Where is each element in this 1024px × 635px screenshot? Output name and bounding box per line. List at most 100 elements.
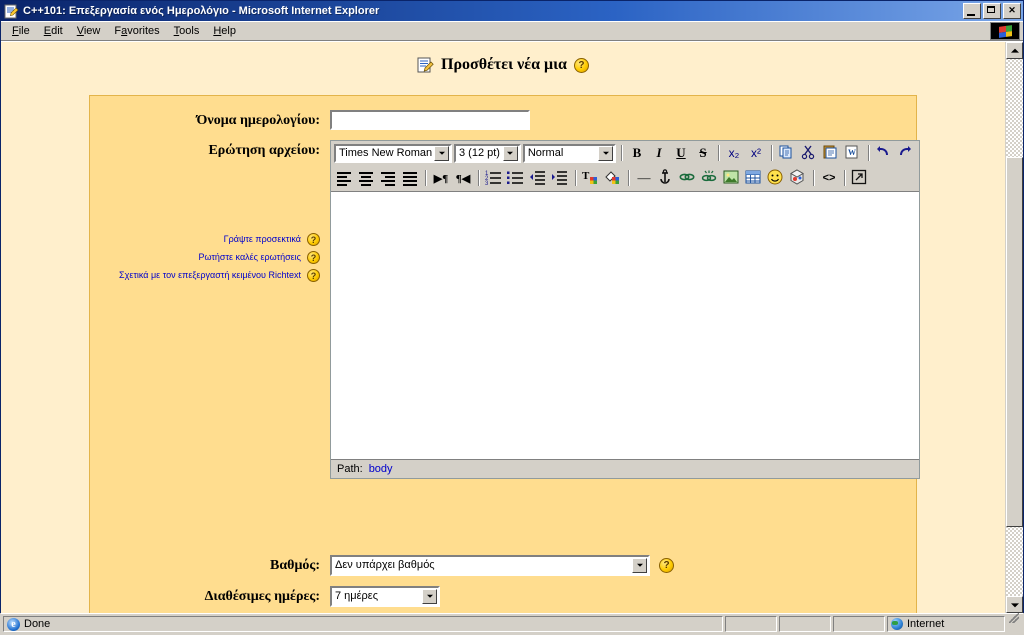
chevron-down-icon[interactable] [422,588,437,604]
direction-rtl-button[interactable]: ¶◀ [453,168,473,188]
help-link-good-questions[interactable]: Ρωτήστε καλές ερωτήσεις ? [90,250,320,264]
unlink-button[interactable] [700,168,720,188]
scroll-up-button[interactable] [1006,42,1023,59]
help-link-label[interactable]: Γράψτε προσεκτικά [224,234,301,244]
indent-button[interactable] [550,168,570,188]
outdent-button[interactable] [528,168,548,188]
status-panel-2 [779,616,831,632]
journal-form-panel: Όνομα ημερολογίου: Ερώτηση αρχείου: Time… [89,94,920,613]
insert-link-button[interactable] [678,168,698,188]
italic-button[interactable]: I [649,143,669,163]
window-controls: ✕ [963,3,1021,19]
menu-item-favorites[interactable]: Favorites [107,23,166,39]
help-icon-heading[interactable]: ? [573,57,589,73]
subscript-button[interactable]: x₂ [724,143,744,163]
chevron-down-icon[interactable] [434,145,449,161]
help-icon-good-questions[interactable]: ? [307,250,320,264]
insert-media-button[interactable] [788,168,808,188]
undo-button[interactable] [874,143,894,163]
paragraph-style-value: Normal [527,147,564,159]
font-size-value: 3 (12 pt) [459,147,500,159]
minimize-button[interactable] [963,3,981,19]
anchor-button[interactable] [656,168,676,188]
insert-table-button[interactable] [744,168,764,188]
scroll-down-button[interactable] [1006,596,1023,613]
path-value[interactable]: body [369,463,393,475]
question-label: Ερώτηση αρχείου: [208,142,320,158]
available-days-row: Διαθέσιμες ημέρες: 7 ημέρες [90,585,916,607]
journal-name-row: Όνομα ημερολογίου: [90,109,916,130]
ordered-list-button[interactable]: 1 2 3 [484,168,504,188]
richtext-content-area[interactable] [331,190,919,460]
grade-row: Βαθμός: Δεν υπάρχει βαθμός ? [90,554,916,576]
superscript-button[interactable]: x² [746,143,766,163]
underline-button[interactable]: U [671,143,691,163]
menu-item-view[interactable]: View [70,23,108,39]
align-left-button[interactable] [334,168,354,188]
menu-item-file[interactable]: File [5,23,37,39]
help-icon-grade[interactable]: ? [659,557,674,573]
scrollbar-thumb[interactable] [1006,157,1023,527]
toolbar-separator [868,145,869,161]
toolbar-separator [628,170,629,186]
richtext-editor: Times New Roman 3 (12 pt) Normal B I U S… [330,139,920,479]
status-message: Done [24,618,51,630]
font-family-select[interactable]: Times New Roman [334,143,452,163]
horizontal-rule-button[interactable]: — [634,168,654,188]
html-source-button[interactable]: <> [819,168,839,188]
help-link-richtext-editor[interactable]: Σχετικά με τον επεξεργαστή κειμένου Rich… [90,268,320,282]
text-color-button[interactable]: T [581,168,601,188]
strikethrough-button[interactable]: S [693,143,713,163]
menu-item-help[interactable]: Help [206,23,243,39]
svg-text:W: W [848,148,856,157]
help-link-write-carefully[interactable]: Γράψτε προσεκτικά ? [90,232,320,246]
menu-item-tools[interactable]: Tools [167,23,207,39]
help-link-label[interactable]: Ρωτήστε καλές ερωτήσεις [198,252,301,262]
window-title: C++101: Επεξεργασία ενός Ημερολόγιο - Mi… [23,5,380,17]
fullscreen-button[interactable] [850,168,870,188]
status-panel-1 [725,616,777,632]
security-zone-panel[interactable]: Internet [887,616,1005,632]
path-label: Path: [337,462,363,475]
help-link-label[interactable]: Σχετικά με τον επεξεργαστή κειμένου Rich… [119,270,301,280]
page-document-icon [4,4,19,19]
unordered-list-button[interactable] [506,168,526,188]
bold-button[interactable]: B [627,143,647,163]
chevron-down-icon[interactable] [502,145,518,161]
journal-name-input[interactable] [330,109,530,130]
grade-select[interactable]: Δεν υπάρχει βαθμός [330,554,650,576]
copy-button[interactable] [777,143,797,163]
maximize-button[interactable] [983,3,1001,19]
chevron-down-icon[interactable] [598,145,613,161]
security-zone-label: Internet [907,618,945,630]
close-button[interactable]: ✕ [1003,3,1021,19]
help-links-column: Γράψτε προσεκτικά ? Ρωτήστε καλές ερωτήσ… [90,227,330,287]
font-family-value: Times New Roman [339,147,432,159]
redo-button[interactable] [896,143,916,163]
status-bar: Done Internet [1,613,1023,635]
background-color-button[interactable] [603,168,623,188]
editor-toolbar-row-1: Times New Roman 3 (12 pt) Normal B I U S… [331,141,919,166]
paste-button[interactable] [821,143,841,163]
vertical-scrollbar[interactable] [1005,42,1023,613]
editor-path-bar: Path: body [331,459,919,478]
paragraph-style-select[interactable]: Normal [522,143,616,163]
align-right-button[interactable] [378,168,398,188]
font-size-select[interactable]: 3 (12 pt) [454,143,521,163]
direction-ltr-button[interactable]: ▶¶ [431,168,451,188]
insert-emoticon-button[interactable] [766,168,786,188]
toolbar-separator [718,145,719,161]
svg-text:T: T [582,170,590,182]
menu-item-edit[interactable]: Edit [37,23,70,39]
insert-image-button[interactable] [722,168,742,188]
align-center-button[interactable] [356,168,376,188]
chevron-down-icon[interactable] [632,557,647,573]
align-justify-button[interactable] [400,168,420,188]
cut-button[interactable] [799,143,819,163]
help-icon-write-carefully[interactable]: ? [307,232,320,246]
status-message-panel: Done [3,616,723,632]
paste-from-word-button[interactable]: W [843,143,863,163]
toolbar-separator [813,170,814,186]
available-days-select[interactable]: 7 ημέρες [330,585,440,607]
help-icon-richtext-editor[interactable]: ? [307,268,320,282]
